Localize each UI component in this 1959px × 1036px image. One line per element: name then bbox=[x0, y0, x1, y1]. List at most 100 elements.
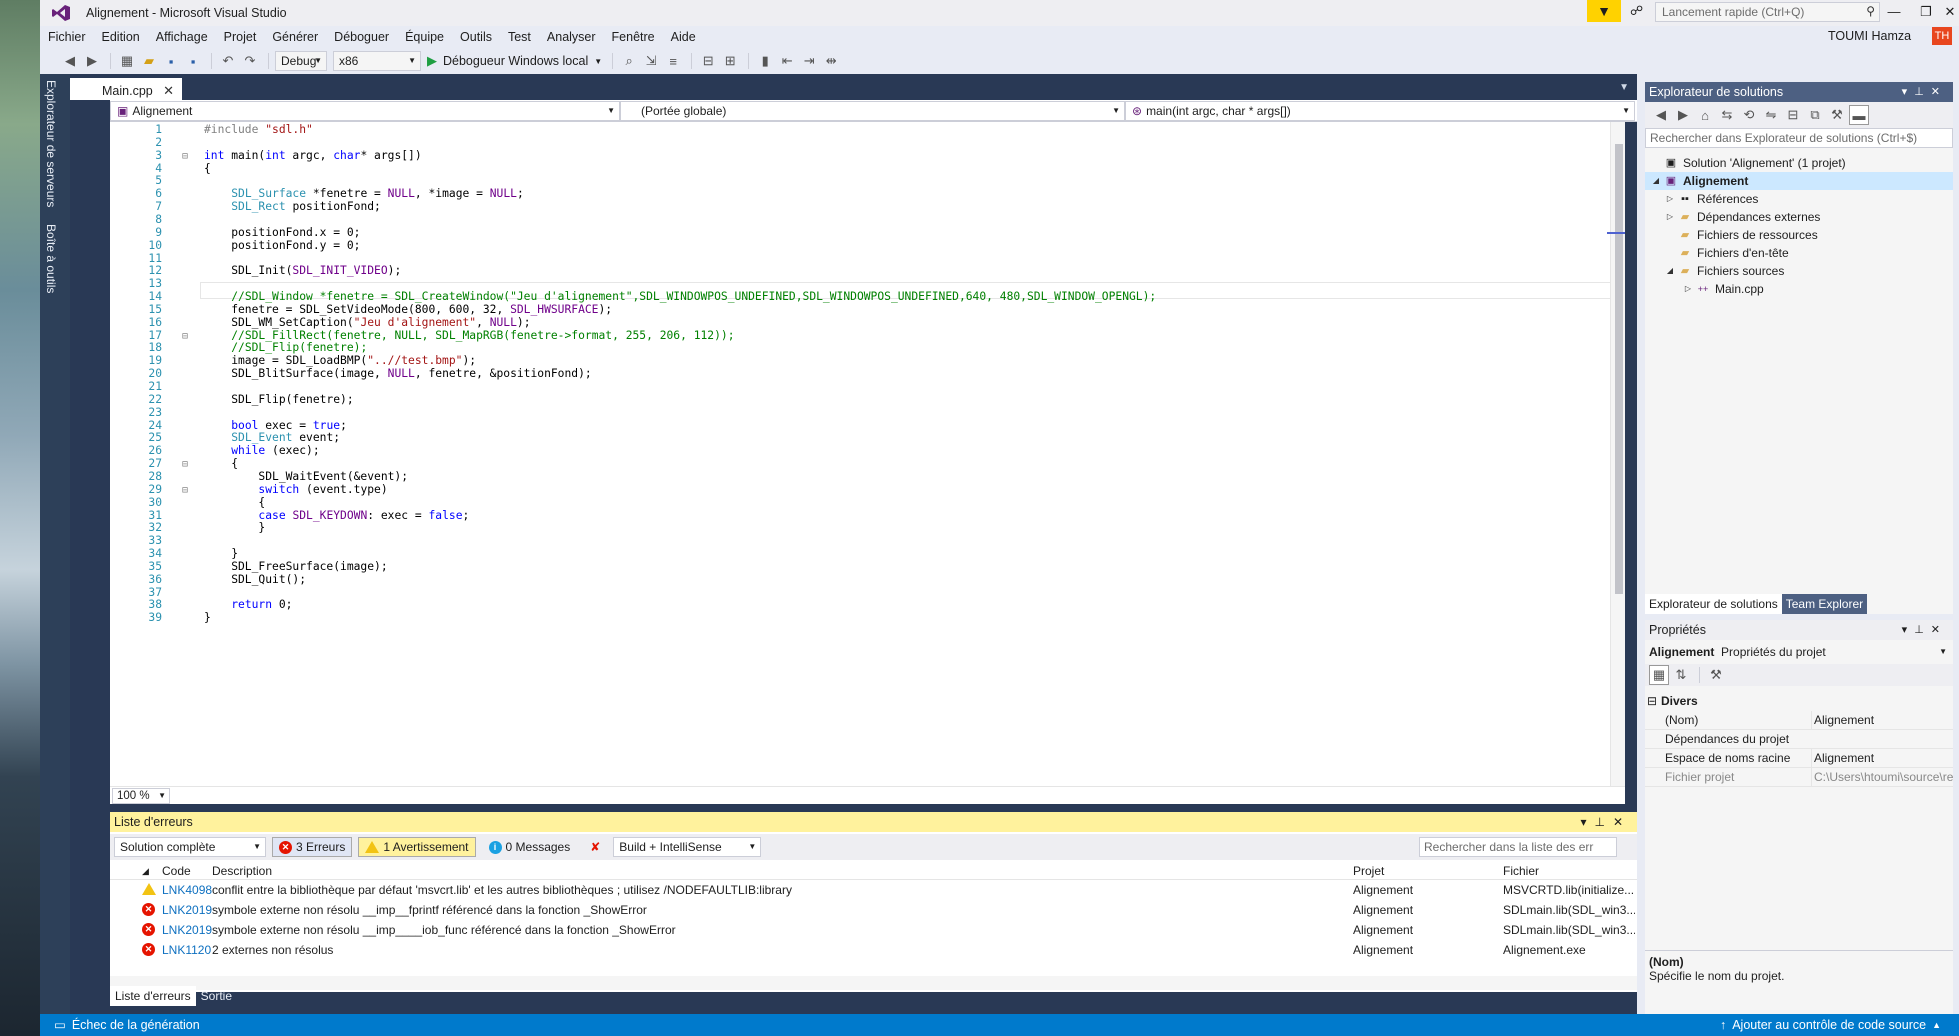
tab-overflow-icon[interactable]: ▼ bbox=[1619, 82, 1629, 93]
column-project[interactable]: Projet bbox=[1353, 862, 1384, 880]
next-bookmark-icon[interactable]: ⇥ bbox=[799, 51, 819, 71]
menu-edition[interactable]: Edition bbox=[94, 26, 148, 48]
minimize-button[interactable]: — bbox=[1878, 2, 1910, 22]
properties-object-combo[interactable]: Alignement Propriétés du projet ▼ bbox=[1645, 642, 1953, 662]
property-category[interactable]: ⊟ Divers bbox=[1645, 692, 1953, 711]
property-row[interactable]: Fichier projet C:\Users\htoumi\source\rep… bbox=[1645, 768, 1953, 787]
menu-analyser[interactable]: Analyser bbox=[539, 26, 604, 48]
close-button[interactable]: ✕ bbox=[1942, 2, 1958, 22]
tree-source-files[interactable]: ◢ ▰ Fichiers sources bbox=[1663, 262, 1784, 280]
tree-references[interactable]: ▷ ▪▪ Références bbox=[1663, 190, 1758, 208]
menu-deboguer[interactable]: Déboguer bbox=[326, 26, 397, 48]
error-code[interactable]: LNK1120 bbox=[162, 940, 211, 960]
undo-icon[interactable]: ↶ bbox=[218, 51, 238, 71]
tab-team-explorer[interactable]: Team Explorer bbox=[1781, 594, 1868, 614]
error-search-input[interactable]: Rechercher dans la liste des err bbox=[1419, 837, 1617, 857]
comment-icon[interactable]: ⊟ bbox=[698, 51, 718, 71]
open-file-icon[interactable]: ▰ bbox=[139, 51, 159, 71]
menu-fenetre[interactable]: Fenêtre bbox=[604, 26, 663, 48]
warnings-filter-button[interactable]: 1 Avertissement bbox=[358, 837, 476, 857]
code-editor[interactable]: 1 #include "sdl.h" 2 3 ⊟ int main(int argc, c… bbox=[110, 122, 1625, 786]
save-all-icon[interactable]: ▪ bbox=[183, 51, 203, 71]
find-icon[interactable]: ⌕ bbox=[619, 51, 639, 71]
sort-icon[interactable]: ◢ bbox=[142, 862, 149, 880]
collapsed-icon[interactable]: ▷ bbox=[1681, 280, 1695, 298]
clear-filter-button[interactable]: ✘ bbox=[583, 837, 607, 857]
tab-error-list[interactable]: Liste d'erreurs bbox=[110, 986, 196, 1006]
scope-combo[interactable]: (Portée globale) ▼ bbox=[620, 101, 1125, 121]
error-row[interactable]: LNK4098 conflit entre la bibliothèque par… bbox=[110, 880, 1637, 900]
error-code[interactable]: LNK4098 bbox=[162, 880, 212, 900]
column-code[interactable]: Code bbox=[162, 862, 191, 880]
source-control-button[interactable]: ↑ Ajouter au contrôle de code source ▲ bbox=[1720, 1014, 1941, 1036]
property-row[interactable]: Dépendances du projet bbox=[1645, 730, 1953, 749]
menu-affichage[interactable]: Affichage bbox=[148, 26, 216, 48]
column-description[interactable]: Description bbox=[212, 862, 272, 880]
properties-icon[interactable]: ⚒ bbox=[1827, 105, 1847, 125]
menu-aide[interactable]: Aide bbox=[663, 26, 704, 48]
bookmark-icon[interactable]: ▮ bbox=[755, 51, 775, 71]
close-icon[interactable]: ✕ bbox=[163, 83, 174, 99]
tab-solution-explorer[interactable]: Explorateur de solutions bbox=[1645, 594, 1782, 614]
start-debugging-button[interactable]: ▶ Débogueur Windows local ▼ bbox=[427, 53, 602, 69]
platform-combo[interactable]: x86 ▼ bbox=[333, 51, 421, 71]
back-icon[interactable]: ◀ bbox=[1651, 105, 1671, 125]
property-pages-icon[interactable]: ⚒ bbox=[1706, 665, 1726, 685]
tree-solution[interactable]: ▣ Solution 'Alignement' (1 projet) bbox=[1649, 154, 1846, 172]
tab-output[interactable]: Sortie bbox=[196, 986, 237, 1006]
tree-project[interactable]: ◢ ▣ Alignement bbox=[1649, 172, 1748, 190]
menu-outils[interactable]: Outils bbox=[452, 26, 500, 48]
property-row[interactable]: (Nom) Alignement bbox=[1645, 711, 1953, 730]
prev-bookmark-icon[interactable]: ⇤ bbox=[777, 51, 797, 71]
collapse-icon[interactable]: ⊟ bbox=[1647, 692, 1657, 711]
menu-projet[interactable]: Projet bbox=[216, 26, 265, 48]
uncomment-icon[interactable]: ⊞ bbox=[720, 51, 740, 71]
redo-icon[interactable]: ↷ bbox=[240, 51, 260, 71]
property-row[interactable]: Espace de noms racine Alignement bbox=[1645, 749, 1953, 768]
quick-launch-input[interactable]: Lancement rapide (Ctrl+Q) ⚲ bbox=[1655, 2, 1880, 22]
toolbox-tab[interactable]: Boîte à outils bbox=[44, 224, 58, 293]
sync-icon[interactable]: ⇋ bbox=[1761, 105, 1781, 125]
clear-bookmarks-icon[interactable]: ⇹ bbox=[821, 51, 841, 71]
home-icon[interactable]: ⌂ bbox=[1695, 105, 1715, 125]
collapse-all-icon[interactable]: ⊟ bbox=[1783, 105, 1803, 125]
back-icon[interactable]: ◀ bbox=[60, 51, 80, 71]
menu-fichier[interactable]: Fichier bbox=[40, 26, 94, 48]
alphabetical-icon[interactable]: ⇅ bbox=[1671, 665, 1691, 685]
property-value[interactable]: C:\Users\htoumi\source\repos\A bbox=[1811, 768, 1953, 787]
panel-controls-icon[interactable]: ▾⊥✕ bbox=[1902, 82, 1947, 102]
preview-icon[interactable]: ▬ bbox=[1849, 105, 1869, 125]
scope-filter-combo[interactable]: Solution complète ▼ bbox=[114, 837, 266, 857]
code-line[interactable]: 39} bbox=[110, 610, 1610, 626]
member-combo[interactable]: ⊛ main(int argc, char * args[]) ▼ bbox=[1125, 101, 1635, 121]
solution-search-input[interactable]: Rechercher dans Explorateur de solutions… bbox=[1645, 128, 1953, 148]
project-combo[interactable]: ▣ Alignement ▼ bbox=[110, 101, 620, 121]
tree-main-cpp[interactable]: ▷ ++ Main.cpp bbox=[1681, 280, 1764, 298]
menu-test[interactable]: Test bbox=[500, 26, 539, 48]
collapsed-icon[interactable]: ▷ bbox=[1663, 190, 1677, 208]
pending-changes-icon[interactable]: ⟲ bbox=[1739, 105, 1759, 125]
switch-views-icon[interactable]: ⇆ bbox=[1717, 105, 1737, 125]
property-value[interactable]: Alignement bbox=[1811, 749, 1953, 768]
tree-resource-files[interactable]: ▰ Fichiers de ressources bbox=[1663, 226, 1818, 244]
column-file[interactable]: Fichier bbox=[1503, 862, 1539, 880]
save-icon[interactable]: ▪ bbox=[161, 51, 181, 71]
error-row[interactable]: ✕ LNK2019 symbole externe non résolu __imp… bbox=[110, 900, 1637, 920]
step-icon[interactable]: ⇲ bbox=[641, 51, 661, 71]
error-row[interactable]: ✕ LNK1120 2 externes non résolus Alignement… bbox=[110, 940, 1637, 960]
error-code[interactable]: LNK2019 bbox=[162, 900, 212, 920]
feedback-icon[interactable]: ☍ bbox=[1630, 3, 1643, 19]
avatar[interactable]: TH bbox=[1932, 27, 1952, 45]
menu-equipe[interactable]: Équipe bbox=[397, 26, 452, 48]
format-icon[interactable]: ≡ bbox=[663, 51, 683, 71]
notification-filter-icon[interactable]: ▼ bbox=[1587, 0, 1621, 22]
scrollbar-thumb[interactable] bbox=[1615, 144, 1623, 594]
categorized-icon[interactable]: ▦ bbox=[1649, 665, 1669, 685]
errors-filter-button[interactable]: ✕ 3 Erreurs bbox=[272, 837, 353, 857]
tree-header-files[interactable]: ▰ Fichiers d'en-tête bbox=[1663, 244, 1789, 262]
zoom-combo[interactable]: 100 % ▼ bbox=[112, 787, 170, 804]
tab-main-cpp[interactable]: Main.cpp ✕ bbox=[70, 78, 182, 100]
new-project-icon[interactable]: ▦ bbox=[117, 51, 137, 71]
server-explorer-tab[interactable]: Explorateur de serveurs bbox=[44, 80, 58, 207]
menu-generer[interactable]: Générer bbox=[264, 26, 326, 48]
